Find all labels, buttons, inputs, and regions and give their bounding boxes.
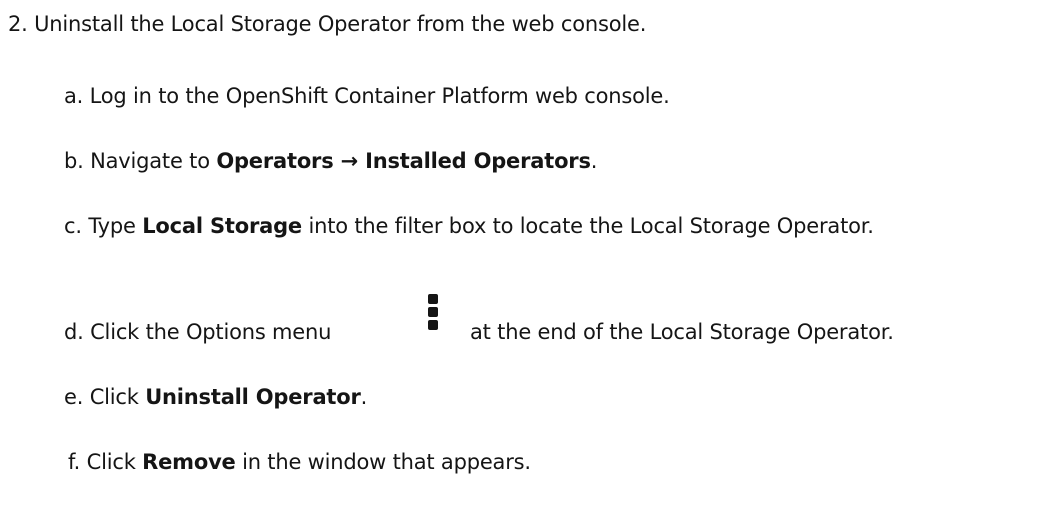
- substep-marker: d.: [64, 320, 84, 344]
- substep-e: e. Click Uninstall Operator.: [64, 384, 367, 410]
- substep-text-prefix: Navigate to: [90, 149, 217, 173]
- substep-marker: b.: [64, 149, 84, 173]
- substep-a: a. Log in to the OpenShift Container Pla…: [64, 83, 670, 109]
- substep-d: d. Click the Options menu: [64, 319, 331, 345]
- substep-text-suffix: at the end of the Local Storage Operator…: [470, 320, 894, 344]
- step-number: 2.: [8, 12, 28, 36]
- substep-text-suffix: into the filter box to locate the Local …: [301, 214, 874, 238]
- menu-path-text: Operators → Installed Operators: [216, 149, 591, 173]
- step-title: Uninstall the Local Storage Operator fro…: [34, 12, 647, 36]
- substep-text-prefix: Click the Options menu: [90, 320, 332, 344]
- substep-marker: c.: [64, 214, 82, 238]
- step-2: 2. Uninstall the Local Storage Operator …: [8, 11, 646, 37]
- kebab-menu-icon: [428, 294, 438, 334]
- substep-text-prefix: Click: [86, 450, 143, 474]
- uninstall-operator-text: Uninstall Operator: [145, 385, 361, 409]
- substep-text-suffix: in the window that appears.: [235, 450, 531, 474]
- substep-text: Log in to the OpenShift Container Platfo…: [89, 84, 670, 108]
- substep-marker: f.: [68, 450, 81, 474]
- remove-text: Remove: [142, 450, 236, 474]
- substep-text-suffix: .: [360, 385, 368, 409]
- substep-marker: a.: [64, 84, 84, 108]
- substep-c: c. Type Local Storage into the filter bo…: [64, 213, 874, 239]
- substep-text-suffix: .: [590, 149, 598, 173]
- substep-text-prefix: Type: [88, 214, 143, 238]
- substep-f: f. Click Remove in the window that appea…: [68, 449, 531, 475]
- substep-text-prefix: Click: [89, 385, 146, 409]
- substep-b: b. Navigate to Operators → Installed Ope…: [64, 148, 597, 174]
- substep-marker: e.: [64, 385, 84, 409]
- substep-d-continuation: at the end of the Local Storage Operator…: [470, 319, 894, 345]
- filter-term-text: Local Storage: [142, 214, 302, 238]
